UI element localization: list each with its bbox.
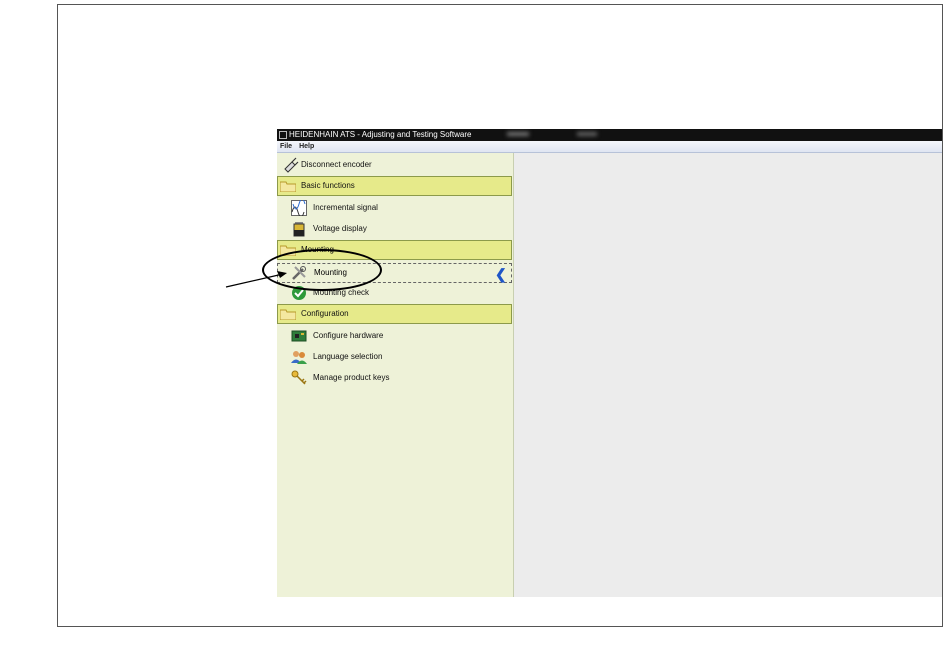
app-icon bbox=[279, 131, 287, 139]
app-window: HEIDENHAIN ATS - Adjusting and Testing S… bbox=[277, 129, 942, 597]
group-label: Configuration bbox=[301, 309, 349, 318]
window-title: HEIDENHAIN ATS - Adjusting and Testing S… bbox=[289, 130, 472, 139]
title-bar: HEIDENHAIN ATS - Adjusting and Testing S… bbox=[277, 129, 942, 141]
pointer-arrow-icon bbox=[225, 271, 287, 288]
folder-icon bbox=[280, 181, 296, 192]
titlebar-decoration bbox=[577, 132, 597, 136]
disconnect-plug-icon bbox=[284, 157, 299, 173]
sidebar-item-disconnect[interactable]: Disconnect encoder bbox=[277, 155, 512, 175]
keys-icon bbox=[291, 370, 307, 385]
sidebar-item-label: Disconnect encoder bbox=[301, 160, 372, 169]
main-content-area bbox=[514, 153, 942, 597]
menu-bar: File Help bbox=[277, 141, 942, 153]
sidebar-item-configure-hardware[interactable]: Configure hardware bbox=[277, 326, 512, 346]
sidebar-item-label: Voltage display bbox=[313, 224, 367, 233]
circuit-board-icon bbox=[291, 330, 307, 342]
sidebar-item-label: Manage product keys bbox=[313, 373, 390, 382]
menu-help[interactable]: Help bbox=[299, 143, 314, 150]
sidebar-item-label: Configure hardware bbox=[313, 331, 384, 340]
sidebar-item-voltage-display[interactable]: Voltage display bbox=[277, 219, 512, 239]
chevron-left-icon[interactable]: ❮ bbox=[495, 267, 507, 281]
battery-icon bbox=[293, 222, 305, 237]
sidebar-item-label: Language selection bbox=[313, 352, 383, 361]
group-label: Basic functions bbox=[301, 181, 355, 190]
titlebar-decoration bbox=[507, 132, 529, 136]
sidebar-item-language-selection[interactable]: Language selection bbox=[277, 347, 512, 367]
group-configuration[interactable]: Configuration bbox=[277, 304, 512, 324]
folder-icon bbox=[280, 309, 296, 320]
sidebar-item-incremental-signal[interactable]: Incremental signal bbox=[277, 198, 512, 218]
menu-file[interactable]: File bbox=[280, 143, 292, 150]
sidebar-item-manage-product-keys[interactable]: Manage product keys bbox=[277, 368, 512, 388]
group-basic-functions[interactable]: Basic functions bbox=[277, 176, 512, 196]
sidebar-item-label: Incremental signal bbox=[313, 203, 378, 212]
people-icon bbox=[291, 351, 307, 364]
signal-graph-icon bbox=[291, 200, 307, 216]
navigation-sidebar: Disconnect encoder Basic functions Incre… bbox=[277, 153, 514, 597]
